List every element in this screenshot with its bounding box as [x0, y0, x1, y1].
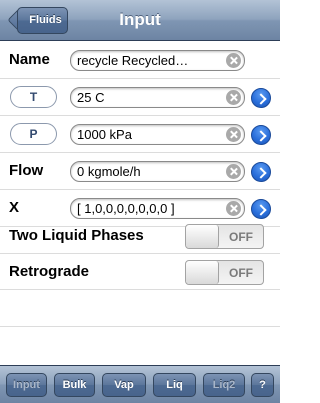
toggle-state: OFF	[229, 230, 253, 244]
empty-row	[0, 327, 280, 364]
back-button-label: Fluids	[29, 14, 62, 26]
clear-icon[interactable]	[226, 164, 241, 179]
liq2-button[interactable]: Liq2	[203, 373, 245, 397]
flow-value: 0 kgmole/h	[77, 164, 141, 179]
name-label: Name	[9, 51, 50, 68]
toggle-state: OFF	[229, 266, 253, 280]
temperature-row: T 25 C	[0, 79, 280, 116]
back-button-fluids[interactable]: Fluids	[17, 7, 68, 34]
liq-button[interactable]: Liq	[153, 373, 196, 397]
disclosure-arrow-icon[interactable]	[251, 199, 271, 219]
clear-icon[interactable]	[226, 53, 241, 68]
bottom-toolbar: Input Bulk Vap Liq Liq2 ?	[0, 365, 280, 403]
help-button[interactable]: ?	[251, 373, 274, 397]
name-value: recycle Recycled…	[77, 53, 189, 68]
x-label: X	[9, 199, 20, 216]
clear-icon[interactable]	[226, 201, 241, 216]
composition-value: [ 1,0,0,0,0,0,0,0 ]	[77, 201, 175, 216]
toggle-knob	[186, 261, 219, 284]
vap-button[interactable]: Vap	[102, 373, 146, 397]
two-liquid-phases-row: Two Liquid Phases OFF	[0, 218, 280, 254]
clear-icon[interactable]	[226, 127, 241, 142]
retrograde-row: Retrograde OFF	[0, 254, 280, 290]
two-liquid-phases-label: Two Liquid Phases	[9, 227, 144, 244]
disclosure-arrow-icon[interactable]	[251, 88, 271, 108]
flow-label: Flow	[9, 162, 44, 179]
name-field[interactable]: recycle Recycled…	[70, 50, 245, 71]
clear-icon[interactable]	[226, 90, 241, 105]
input-button[interactable]: Input	[6, 373, 47, 397]
composition-field[interactable]: [ 1,0,0,0,0,0,0,0 ]	[70, 198, 245, 219]
retrograde-label: Retrograde	[9, 263, 90, 280]
flow-field[interactable]: 0 kgmole/h	[70, 161, 245, 182]
p-button[interactable]: P	[10, 123, 57, 145]
name-row: Name recycle Recycled…	[0, 42, 280, 79]
temperature-field[interactable]: 25 C	[70, 87, 245, 108]
temperature-value: 25 C	[77, 90, 105, 105]
flow-row: Flow 0 kgmole/h	[0, 153, 280, 190]
empty-row	[0, 290, 280, 327]
bulk-button[interactable]: Bulk	[54, 373, 95, 397]
navigation-bar: Fluids Input	[0, 0, 280, 41]
two-liquid-phases-toggle[interactable]: OFF	[185, 224, 264, 249]
disclosure-arrow-icon[interactable]	[251, 162, 271, 182]
pressure-field[interactable]: 1000 kPa	[70, 124, 245, 145]
t-button[interactable]: T	[10, 86, 57, 108]
retrograde-toggle[interactable]: OFF	[185, 260, 264, 285]
disclosure-arrow-icon[interactable]	[251, 125, 271, 145]
pressure-row: P 1000 kPa	[0, 116, 280, 153]
toggle-knob	[186, 225, 219, 248]
pressure-value: 1000 kPa	[77, 127, 132, 142]
